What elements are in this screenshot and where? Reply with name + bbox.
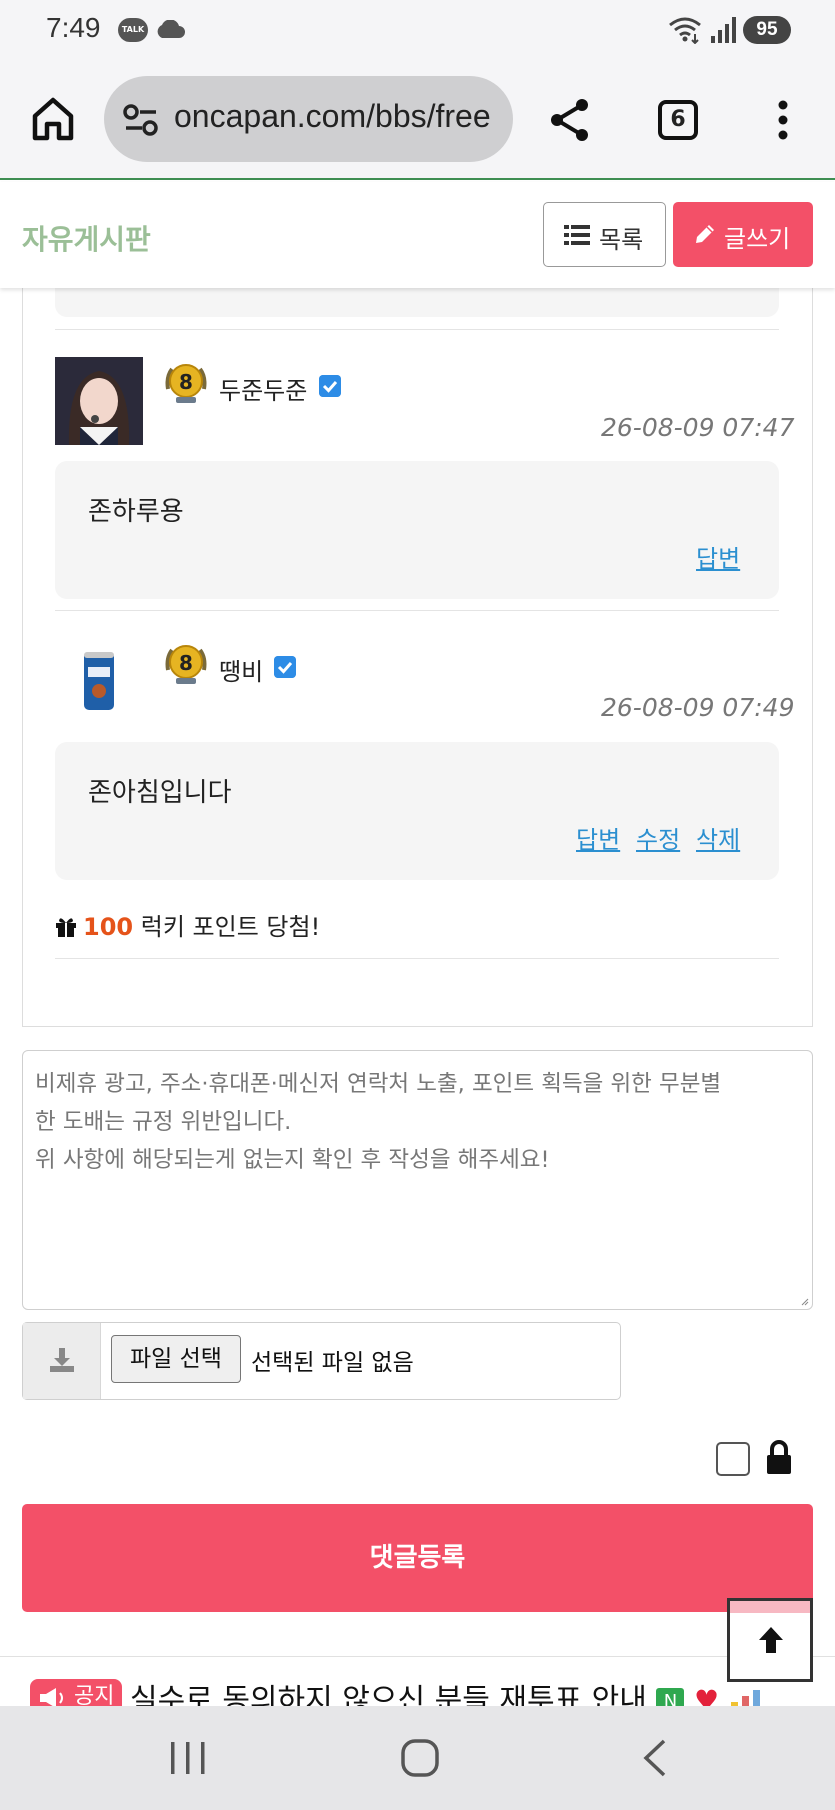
- recent-apps-icon[interactable]: [168, 1740, 208, 1776]
- divider: [55, 958, 779, 959]
- file-upload-row: 파일 선택 선택된 파일 없음: [22, 1322, 621, 1400]
- placeholder-line: 위 사항에 해당되는게 없는지 확인 후 작성을 해주세요!: [35, 1147, 550, 1173]
- back-icon[interactable]: [640, 1738, 670, 1778]
- heart-icon: ♥: [693, 1684, 720, 1706]
- notice-ticker[interactable]: 공지 실수로 동의하지 않으신 분들 재투표 안내 N ♥: [0, 1656, 835, 1706]
- site-settings-icon[interactable]: [122, 103, 160, 137]
- address-bar[interactable]: oncapan.com/bbs/free: [104, 76, 513, 162]
- avatar-image: [55, 637, 143, 725]
- reply-link[interactable]: 답변: [696, 539, 740, 574]
- comment-text: 존하루용: [88, 497, 184, 527]
- comment-date: 26-08-09 07:49: [601, 693, 795, 722]
- write-button[interactable]: 글쓰기: [673, 202, 813, 267]
- verified-check-icon: [274, 656, 296, 678]
- file-status-text: 선택된 파일 없음: [251, 1350, 414, 1376]
- share-icon[interactable]: [546, 96, 594, 144]
- upload-icon-box: [23, 1323, 101, 1399]
- level-badge-icon: 8: [165, 645, 207, 684]
- tab-switcher-button[interactable]: 6: [658, 100, 698, 140]
- avatar[interactable]: [55, 357, 143, 445]
- lucky-points-value: 100: [83, 913, 134, 941]
- comment-body: 존하루용 답변: [55, 461, 779, 599]
- notice-text: 실수로 동의하지 않으신 분들 재투표 안내: [130, 1683, 647, 1706]
- scroll-top-accent: [730, 1601, 810, 1613]
- status-time: 7:49: [46, 12, 101, 43]
- notice-badge-label: 공지: [74, 1684, 115, 1706]
- list-button-label: 목록: [599, 226, 644, 254]
- cloud-icon: [157, 20, 185, 38]
- more-options-icon[interactable]: [772, 98, 794, 142]
- edit-link[interactable]: 수정: [636, 820, 680, 855]
- megaphone-icon: [40, 1688, 63, 1706]
- reply-link[interactable]: 답변: [576, 820, 620, 855]
- home-nav-icon[interactable]: [400, 1738, 440, 1778]
- wifi-icon: [669, 17, 701, 44]
- lucky-points-text: 럭키 포인트 당첨!: [140, 913, 321, 941]
- lucky-points-notice: 100 럭키 포인트 당첨!: [55, 907, 320, 942]
- level-badge-icon: 8: [165, 364, 207, 403]
- resize-handle-icon[interactable]: [801, 1298, 809, 1306]
- gift-icon: [56, 918, 76, 937]
- kakaotalk-icon: TALK: [118, 18, 148, 42]
- divider: [55, 610, 779, 611]
- status-bar: 7:49 TALK 95: [0, 0, 835, 62]
- download-icon: [50, 1348, 74, 1372]
- level-number: 8: [179, 370, 193, 394]
- scroll-to-top-button[interactable]: [727, 1598, 813, 1682]
- write-button-label: 글쓰기: [724, 225, 791, 253]
- new-badge: N: [656, 1687, 685, 1706]
- placeholder-line: 비제휴 광고, 주소·휴대폰·메신저 연락처 노출, 포인트 획득을 위한 무분…: [35, 1071, 722, 1097]
- url-text[interactable]: oncapan.com/bbs/free: [174, 98, 491, 135]
- level-number: 8: [179, 651, 193, 675]
- list-icon: [564, 225, 590, 245]
- notice-link[interactable]: 실수로 동의하지 않으신 분들 재투표 안내 N ♥: [130, 1675, 763, 1706]
- avatar[interactable]: [55, 637, 143, 725]
- list-button[interactable]: 목록: [543, 202, 666, 267]
- comment-date: 26-08-09 07:47: [601, 413, 795, 442]
- submit-comment-button[interactable]: 댓글등록: [22, 1504, 813, 1612]
- signal-icon: [711, 17, 736, 43]
- comment-body: 존아침입니다 답변 수정 삭제: [55, 742, 779, 880]
- battery-indicator: 95: [743, 16, 791, 44]
- comment-author[interactable]: 두준두준: [219, 371, 307, 406]
- home-icon[interactable]: [28, 94, 78, 144]
- file-select-button[interactable]: 파일 선택: [111, 1335, 241, 1383]
- arrow-up-icon: [759, 1627, 783, 1653]
- divider: [55, 329, 779, 330]
- comment-author[interactable]: 땡비: [219, 652, 263, 687]
- avatar-image: [55, 357, 143, 445]
- browser-toolbar: oncapan.com/bbs/free 6: [0, 62, 835, 180]
- secret-comment-checkbox[interactable]: [716, 1442, 750, 1476]
- notice-badge: 공지: [30, 1679, 122, 1706]
- system-navigation-bar: [0, 1706, 835, 1810]
- board-title[interactable]: 자유게시판: [22, 218, 151, 258]
- placeholder-line: 한 도배는 규정 위반입니다.: [35, 1109, 292, 1135]
- lock-icon: [767, 1440, 791, 1474]
- chart-emoji-icon: [730, 1689, 760, 1706]
- board-header: 자유게시판 목록 글쓰기: [0, 182, 835, 288]
- delete-link[interactable]: 삭제: [696, 820, 740, 855]
- verified-check-icon: [319, 375, 341, 397]
- comment-textarea[interactable]: 비제휴 광고, 주소·휴대폰·메신저 연락처 노출, 포인트 획득을 위한 무분…: [22, 1050, 813, 1310]
- comment-text: 존아침입니다: [88, 778, 232, 808]
- pencil-icon: [696, 225, 714, 243]
